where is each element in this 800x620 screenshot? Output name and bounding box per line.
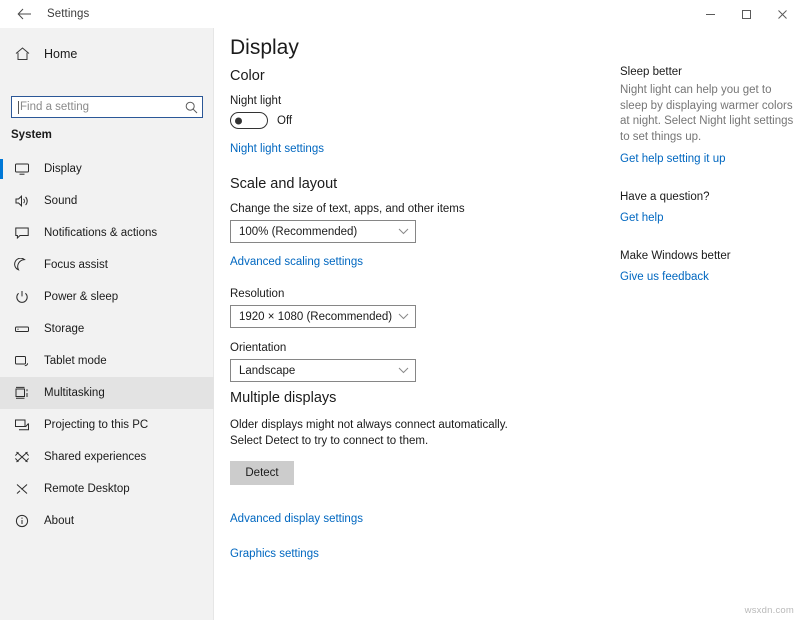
chevron-down-icon: [398, 313, 409, 320]
sidebar-item-focus-assist[interactable]: Focus assist: [0, 249, 214, 281]
page-title: Display: [230, 36, 299, 59]
help-link-get-help-setting-it-up[interactable]: Get help setting it up: [620, 153, 725, 165]
sidebar-item-label: Display: [44, 163, 82, 175]
sidebar-item-label: Sound: [44, 195, 78, 207]
sidebar-item-multitasking[interactable]: Multitasking: [0, 377, 214, 409]
toggle-knob: [235, 117, 242, 124]
close-button[interactable]: [764, 0, 800, 28]
search-box[interactable]: [11, 96, 203, 118]
share-icon: [5, 450, 39, 464]
sidebar-item-label: Remote Desktop: [44, 483, 130, 495]
help-block-make-windows-better: Make Windows better Give us feedback: [620, 250, 795, 285]
scale-section-title: Scale and layout: [230, 176, 338, 192]
multitasking-icon: [5, 386, 39, 400]
orientation-dropdown[interactable]: Landscape: [230, 359, 416, 382]
sidebar-item-about[interactable]: About: [0, 505, 214, 537]
advanced-scaling-link[interactable]: Advanced scaling settings: [230, 256, 363, 268]
help-block-description: Night light can help you get to sleep by…: [620, 84, 794, 143]
title-bar: Settings: [0, 0, 800, 28]
night-light-toggle-row: Off: [230, 112, 324, 129]
sidebar: Home System Display: [0, 28, 214, 620]
color-section: Color Night light Off Night light settin…: [230, 68, 324, 157]
storage-icon: [5, 322, 39, 336]
sidebar-item-label: Focus assist: [44, 259, 108, 271]
detect-button[interactable]: Detect: [230, 461, 294, 485]
multiple-displays-section: Multiple displays Older displays might n…: [230, 390, 508, 562]
multiple-displays-title: Multiple displays: [230, 390, 337, 406]
orientation-label: Orientation: [230, 342, 287, 354]
back-button[interactable]: [8, 0, 40, 28]
maximize-button[interactable]: [728, 0, 764, 28]
sidebar-item-label: Shared experiences: [44, 451, 147, 463]
help-panel: Sleep better Night light can help you ge…: [620, 28, 795, 309]
night-light-toggle[interactable]: [230, 112, 268, 129]
sidebar-item-label: Notifications & actions: [44, 227, 158, 239]
sidebar-item-remote-desktop[interactable]: Remote Desktop: [0, 473, 214, 505]
home-label: Home: [44, 47, 78, 61]
advanced-display-settings-link[interactable]: Advanced display settings: [230, 513, 363, 525]
minimize-icon: [705, 13, 715, 15]
scale-size-dropdown[interactable]: 100% (Recommended): [230, 220, 416, 243]
color-section-title: Color: [230, 68, 265, 84]
tablet-icon: [5, 354, 39, 368]
back-arrow-icon: [17, 8, 31, 20]
help-block-title: Have a question?: [620, 191, 710, 203]
sidebar-item-display[interactable]: Display: [0, 153, 214, 185]
projector-icon: [5, 418, 39, 432]
sidebar-item-storage[interactable]: Storage: [0, 313, 214, 345]
scale-size-label: Change the size of text, apps, and other…: [230, 203, 465, 215]
settings-window: Settings Home Find a setting System Disp…: [0, 0, 800, 620]
search-icon[interactable]: [180, 101, 202, 114]
help-block-title: Sleep better: [620, 66, 683, 78]
sidebar-item-notifications[interactable]: Notifications & actions: [0, 217, 214, 249]
remote-desktop-icon: [5, 482, 39, 496]
window-title: Settings: [47, 8, 90, 20]
night-light-state: Off: [277, 114, 293, 127]
help-link-give-us-feedback[interactable]: Give us feedback: [620, 271, 709, 283]
sidebar-item-label: Storage: [44, 323, 85, 335]
help-block-title: Make Windows better: [620, 250, 731, 262]
window-controls: [692, 0, 800, 28]
sidebar-item-tablet-mode[interactable]: Tablet mode: [0, 345, 214, 377]
multiple-displays-description: Older displays might not always connect …: [230, 419, 508, 447]
watermark: wsxdn.com: [744, 605, 794, 616]
resolution-dropdown[interactable]: 1920 × 1080 (Recommended): [230, 305, 416, 328]
orientation-value: Landscape: [239, 364, 296, 377]
search-input[interactable]: [19, 97, 180, 117]
sidebar-item-label: Power & sleep: [44, 291, 119, 303]
night-light-settings-link[interactable]: Night light settings: [230, 143, 324, 155]
maximize-icon: [741, 9, 751, 19]
resolution-label: Resolution: [230, 288, 285, 300]
resolution-value: 1920 × 1080 (Recommended): [239, 310, 393, 323]
sidebar-item-projecting[interactable]: Projecting to this PC: [0, 409, 214, 441]
sidebar-item-sound[interactable]: Sound: [0, 185, 214, 217]
sidebar-item-label: Multitasking: [44, 387, 105, 399]
power-icon: [5, 290, 39, 304]
sidebar-nav: Display Sound Notifications & actions Fo…: [0, 153, 214, 537]
sidebar-item-label: Tablet mode: [44, 355, 107, 367]
sidebar-item-shared-experiences[interactable]: Shared experiences: [0, 441, 214, 473]
notification-icon: [5, 226, 39, 240]
graphics-settings-link[interactable]: Graphics settings: [230, 548, 319, 560]
sidebar-item-label: About: [44, 515, 75, 527]
chevron-down-icon: [398, 228, 409, 235]
sidebar-item-home[interactable]: Home: [0, 40, 214, 68]
moon-icon: [5, 258, 39, 272]
info-icon: [5, 514, 39, 528]
help-block-have-a-question: Have a question? Get help: [620, 191, 795, 226]
help-block-sleep-better: Sleep better Night light can help you ge…: [620, 66, 795, 167]
scale-layout-section: Scale and layout Change the size of text…: [230, 176, 465, 382]
monitor-icon: [5, 162, 39, 176]
night-light-label: Night light: [230, 95, 282, 107]
sidebar-group-header: System: [11, 129, 52, 141]
close-icon: [777, 9, 787, 19]
minimize-button[interactable]: [692, 0, 728, 28]
chevron-down-icon: [398, 367, 409, 374]
scale-size-value: 100% (Recommended): [239, 225, 358, 238]
help-link-get-help[interactable]: Get help: [620, 212, 663, 224]
home-icon: [5, 47, 39, 61]
sidebar-item-power-sleep[interactable]: Power & sleep: [0, 281, 214, 313]
speaker-icon: [5, 194, 39, 208]
sidebar-item-label: Projecting to this PC: [44, 419, 149, 431]
